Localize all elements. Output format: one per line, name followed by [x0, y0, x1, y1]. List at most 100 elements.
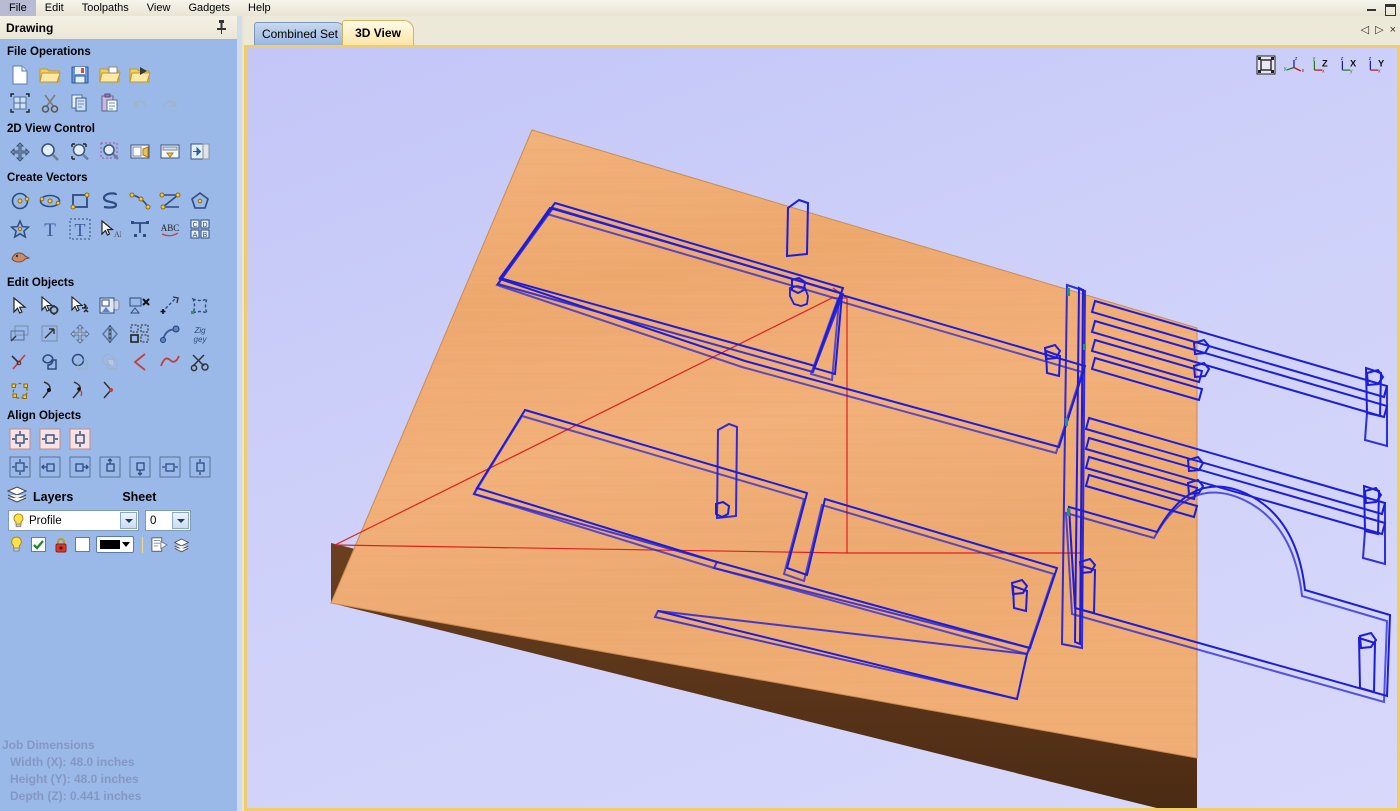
checkbox-checked-icon[interactable] — [30, 536, 47, 553]
3d-model — [247, 48, 1397, 808]
layer-color-dropdown[interactable] — [96, 536, 134, 553]
layer-properties-icon[interactable] — [151, 536, 168, 553]
ellipse-icon[interactable] — [35, 187, 65, 215]
open-file-icon[interactable] — [35, 61, 65, 89]
deform-icon[interactable] — [185, 292, 215, 320]
top-z-view-icon[interactable]: y xZ — [1311, 54, 1333, 76]
front-x-view-icon[interactable]: z yX — [1339, 54, 1361, 76]
text-on-curve-icon[interactable] — [125, 215, 155, 243]
mirror-icon[interactable] — [95, 320, 125, 348]
align-right-icon[interactable] — [65, 453, 95, 481]
open-recent-icon[interactable] — [95, 61, 125, 89]
tab-next-button[interactable]: ▷ — [1375, 23, 1383, 36]
select-icon[interactable] — [5, 292, 35, 320]
subtract-icon[interactable] — [65, 348, 95, 376]
zoom-to-sheet-icon[interactable] — [155, 138, 185, 166]
text-selection-icon[interactable]: AB — [95, 215, 125, 243]
fillet-icon[interactable] — [125, 348, 155, 376]
nest-icon[interactable]: Zig gey — [185, 320, 215, 348]
save-file-icon[interactable] — [65, 61, 95, 89]
paste-icon[interactable] — [95, 89, 125, 117]
isometric-view-icon[interactable]: z y x — [1283, 54, 1305, 76]
align-bottom-icon[interactable] — [125, 453, 155, 481]
undo-icon[interactable] — [125, 89, 155, 117]
move-icon[interactable] — [65, 320, 95, 348]
zoom-extents-3d-icon[interactable] — [1255, 54, 1277, 76]
curve-node-icon[interactable] — [65, 376, 95, 404]
3d-viewport[interactable]: zyx yxZ zyX zxY — [247, 48, 1397, 808]
chevron-down-icon[interactable] — [172, 512, 189, 529]
tab-close-button[interactable]: × — [1390, 24, 1396, 36]
text-box-icon[interactable]: T — [65, 215, 95, 243]
import-vectors-icon[interactable] — [125, 61, 155, 89]
node-editing-icon[interactable] — [5, 376, 35, 404]
fit-curve-icon[interactable] — [155, 320, 185, 348]
offset-icon[interactable] — [5, 320, 35, 348]
rectangle-icon[interactable] — [65, 187, 95, 215]
padlock-locked-icon[interactable] — [52, 536, 69, 553]
circle-icon[interactable] — [5, 187, 35, 215]
array-copy-icon[interactable] — [125, 320, 155, 348]
align-v-center-icon[interactable] — [185, 453, 215, 481]
tab-prev-button[interactable]: ◁ — [1361, 23, 1369, 36]
pan-view-icon[interactable] — [5, 138, 35, 166]
chevron-down-icon[interactable] — [120, 512, 137, 529]
join-vectors-icon[interactable] — [155, 292, 185, 320]
menu-item-file[interactable]: File — [0, 0, 36, 16]
minimize-icon[interactable] — [1365, 2, 1378, 14]
insert-point-icon[interactable] — [95, 376, 125, 404]
align-center-icon[interactable] — [5, 453, 35, 481]
zoom-in-icon[interactable] — [35, 138, 65, 166]
right-y-view-icon[interactable]: z xY — [1367, 54, 1389, 76]
trace-bitmap-icon[interactable] — [5, 243, 35, 271]
align-left-icon[interactable] — [35, 453, 65, 481]
align-top-icon[interactable] — [95, 453, 125, 481]
text-grid-icon[interactable]: CDAB — [185, 215, 215, 243]
copy-icon[interactable] — [65, 89, 95, 117]
tab-3d-view[interactable]: 3D View — [342, 20, 414, 45]
menu-item-gadgets[interactable]: Gadgets — [179, 0, 239, 16]
pin-icon[interactable] — [215, 20, 227, 34]
zoom-selection-icon[interactable] — [95, 138, 125, 166]
scale-icon[interactable] — [35, 320, 65, 348]
tab-combined-set[interactable]: Combined Set — [254, 22, 346, 45]
zoom-extents-icon[interactable] — [65, 138, 95, 166]
text-arc-icon[interactable]: ABC — [155, 215, 185, 243]
curve-fit-icon[interactable] — [155, 348, 185, 376]
trim-icon[interactable] — [185, 348, 215, 376]
polyline-nodes-icon[interactable] — [155, 187, 185, 215]
job-setup-icon[interactable] — [5, 89, 35, 117]
intersect-icon[interactable] — [95, 348, 125, 376]
restore-icon[interactable] — [1383, 2, 1396, 16]
lightbulb-visible-icon[interactable] — [8, 536, 25, 553]
polygon-icon[interactable] — [185, 187, 215, 215]
new-file-icon[interactable] — [5, 61, 35, 89]
weld-icon[interactable] — [35, 348, 65, 376]
menu-item-toolpaths[interactable]: Toolpaths — [73, 0, 138, 16]
move-select-icon[interactable] — [65, 292, 95, 320]
layer-manager-icon[interactable] — [173, 536, 190, 553]
ungroup-vectors-icon[interactable] — [125, 292, 155, 320]
sheet-select[interactable]: 0 — [145, 510, 191, 531]
measure-icon[interactable] — [5, 348, 35, 376]
white-color-swatch[interactable] — [74, 536, 91, 553]
layer-select[interactable]: Profile — [8, 510, 139, 531]
menu-item-view[interactable]: View — [138, 0, 180, 16]
draw-text-icon[interactable]: T — [35, 215, 65, 243]
node-edit-icon[interactable] — [35, 292, 65, 320]
align-h-center-icon[interactable] — [155, 453, 185, 481]
smooth-node-icon[interactable] — [35, 376, 65, 404]
group-vectors-icon[interactable] — [95, 292, 125, 320]
center-in-job-icon[interactable] — [5, 425, 35, 453]
menu-item-help[interactable]: Help — [239, 0, 280, 16]
cut-icon[interactable] — [35, 89, 65, 117]
star-icon[interactable] — [5, 215, 35, 243]
toggle-panel-icon[interactable] — [185, 138, 215, 166]
center-horizontally-icon[interactable] — [35, 425, 65, 453]
center-vertically-icon[interactable] — [65, 425, 95, 453]
redo-icon[interactable] — [155, 89, 185, 117]
polyline-icon[interactable] — [95, 187, 125, 215]
arc-icon[interactable] — [125, 187, 155, 215]
menu-item-edit[interactable]: Edit — [36, 0, 73, 16]
zoom-to-drawing-icon[interactable] — [125, 138, 155, 166]
